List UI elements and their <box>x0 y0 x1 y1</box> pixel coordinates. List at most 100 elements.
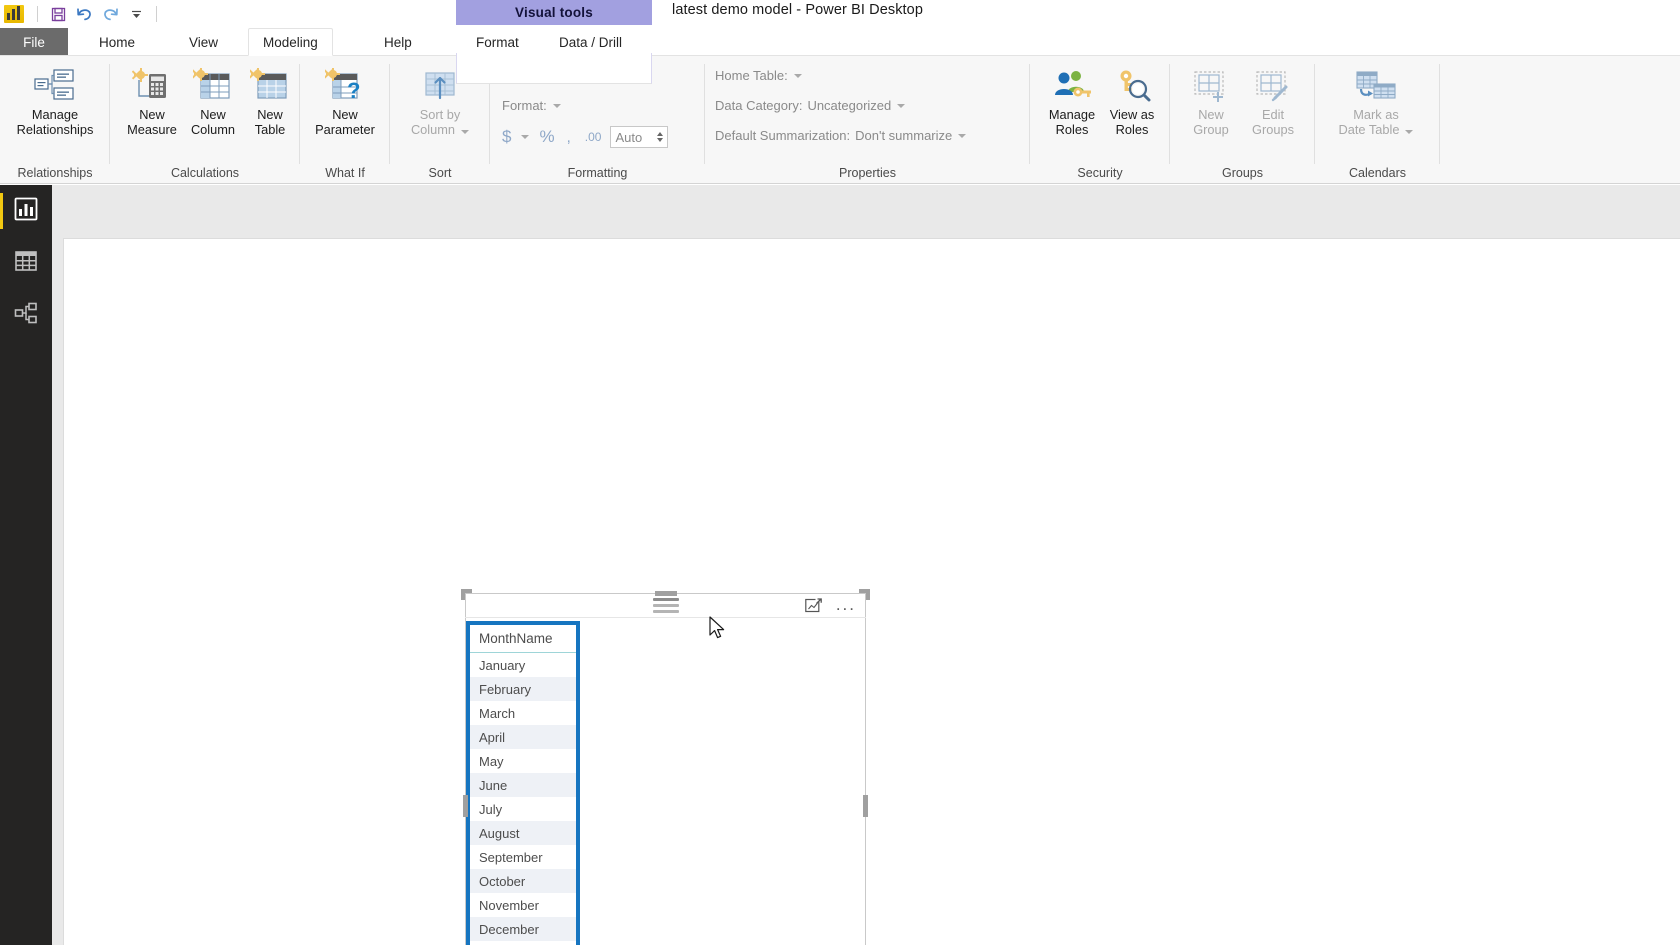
manage-relationships-label: Manage Relationships <box>16 107 94 137</box>
home-table-field[interactable]: Home Table: <box>715 68 802 83</box>
tab-home[interactable]: Home <box>85 28 149 56</box>
chevron-down-icon <box>958 133 967 138</box>
slicer-column-header[interactable]: MonthName <box>470 625 576 653</box>
tab-view[interactable]: View <box>175 28 232 56</box>
resize-handle-right[interactable] <box>863 794 868 817</box>
decimal-places-stepper[interactable]: Auto <box>610 126 669 148</box>
mark-as-date-table-button[interactable]: Mark as Date Table <box>1331 62 1421 137</box>
new-measure-icon <box>132 62 172 102</box>
group-label-security: Security <box>1077 166 1123 180</box>
list-item[interactable]: December <box>470 917 576 941</box>
list-item[interactable]: July <box>470 797 576 821</box>
format-label: Format: <box>502 98 547 113</box>
thousands-separator-button[interactable]: , <box>567 129 571 146</box>
sort-by-column-icon <box>420 62 460 102</box>
bar-chart-icon <box>14 197 38 226</box>
list-item[interactable]: October <box>470 869 576 893</box>
list-item[interactable]: April <box>470 725 576 749</box>
view-as-roles-label: View as Roles <box>1109 107 1155 137</box>
data-category-value: Uncategorized <box>807 98 892 113</box>
default-summarization-value: Don't summarize <box>855 128 953 143</box>
mark-as-date-table-label: Mark as Date Table <box>1339 107 1414 137</box>
sidebar-item-report-view[interactable] <box>0 185 52 237</box>
undo-icon[interactable] <box>71 2 97 26</box>
tab-format[interactable]: Format <box>462 28 533 56</box>
report-canvas-area: ... MonthName January February March Apr… <box>52 185 1680 945</box>
ribbon-tab-strip: File Home View Modeling Help Format Data… <box>0 28 1680 84</box>
data-category-field[interactable]: Data Category: Uncategorized <box>715 98 906 113</box>
view-as-roles-icon <box>1112 62 1152 102</box>
new-column-label: New Column <box>190 107 236 137</box>
edit-groups-icon <box>1253 62 1293 102</box>
manage-roles-button[interactable]: Manage Roles <box>1039 62 1105 137</box>
save-icon[interactable] <box>45 2 71 26</box>
manage-relationships-button[interactable]: Manage Relationships <box>16 62 94 137</box>
manage-roles-icon <box>1052 62 1092 102</box>
group-separator <box>1439 64 1440 164</box>
list-item[interactable]: June <box>470 773 576 797</box>
stepper-arrows-icon[interactable] <box>657 132 664 142</box>
decimal-places-value: Auto <box>615 129 643 145</box>
resize-handle-top-right[interactable] <box>859 589 870 600</box>
chevron-down-icon <box>1405 130 1414 134</box>
visual-tools-label: Visual tools <box>515 5 593 20</box>
ribbon-group-relationships: Manage Relationships Relationships <box>0 56 110 184</box>
resize-handle-top-left[interactable] <box>461 589 472 600</box>
ribbon: Manage Relationships Relationships New M… <box>0 56 1680 184</box>
chevron-down-icon <box>552 103 561 108</box>
tab-help[interactable]: Help <box>370 28 426 56</box>
new-column-button[interactable]: New Column <box>180 62 246 137</box>
table-grid-icon <box>14 249 38 278</box>
ribbon-group-calculations: New Measure New Column New Table Calcula… <box>110 56 300 184</box>
tab-file[interactable]: File <box>0 28 68 56</box>
edit-groups-button[interactable]: Edit Groups <box>1240 62 1306 137</box>
divider-2 <box>156 6 157 22</box>
mark-as-date-table-icon <box>1354 62 1398 102</box>
group-label-calculations: Calculations <box>170 166 240 180</box>
slicer-list[interactable]: MonthName January February March April M… <box>466 621 580 945</box>
new-parameter-button[interactable]: ? New Parameter <box>309 62 381 137</box>
slicer-visual-container[interactable]: ... MonthName January February March Apr… <box>461 589 870 945</box>
manage-relationships-icon <box>34 62 76 102</box>
contextual-tab-group <box>456 53 652 84</box>
group-label-sort: Sort <box>428 166 452 180</box>
default-summarization-field[interactable]: Default Summarization: Don't summarize <box>715 128 967 143</box>
format-field[interactable]: Format: <box>502 98 561 113</box>
new-measure-label: New Measure <box>127 107 177 137</box>
focus-mode-icon[interactable] <box>805 598 823 613</box>
report-page-canvas[interactable]: ... MonthName January February March Apr… <box>63 238 1680 945</box>
resize-handle-left[interactable] <box>463 794 468 817</box>
list-item[interactable]: August <box>470 821 576 845</box>
chevron-down-icon[interactable] <box>521 135 530 139</box>
view-switcher-sidebar <box>0 185 52 945</box>
percent-format-button[interactable]: % <box>539 127 554 147</box>
ribbon-group-groups: New Group Edit Groups Groups <box>1170 56 1315 184</box>
new-group-icon <box>1191 62 1231 102</box>
sidebar-item-model-view[interactable] <box>0 289 52 341</box>
view-as-roles-button[interactable]: View as Roles <box>1100 62 1164 137</box>
redo-icon[interactable] <box>97 2 123 26</box>
resize-handle-top[interactable] <box>654 591 677 596</box>
new-measure-button[interactable]: New Measure <box>119 62 185 137</box>
format-buttons-row: $ % , .00 Auto <box>502 126 669 148</box>
more-options-icon[interactable]: ... <box>836 596 856 613</box>
tab-data-drill[interactable]: Data / Drill <box>545 28 636 56</box>
sort-by-column-label: Sort by Column <box>411 107 470 137</box>
list-item[interactable]: January <box>470 653 576 677</box>
drag-handle[interactable] <box>652 598 679 613</box>
decimal-places-button[interactable]: .00 <box>585 130 602 144</box>
list-item[interactable]: May <box>470 749 576 773</box>
new-group-button[interactable]: New Group <box>1180 62 1242 137</box>
list-item[interactable]: September <box>470 845 576 869</box>
new-table-button[interactable]: New Table <box>239 62 301 137</box>
chevron-down-icon <box>793 73 802 78</box>
currency-format-button[interactable]: $ <box>502 127 511 147</box>
sidebar-item-data-view[interactable] <box>0 237 52 289</box>
default-summarization-label: Default Summarization: <box>715 128 851 143</box>
customize-quick-access-icon[interactable] <box>123 2 149 26</box>
visual-tools-context-banner: Visual tools <box>456 0 652 25</box>
tab-modeling[interactable]: Modeling <box>248 28 333 56</box>
list-item[interactable]: November <box>470 893 576 917</box>
list-item[interactable]: February <box>470 677 576 701</box>
list-item[interactable]: March <box>470 701 576 725</box>
